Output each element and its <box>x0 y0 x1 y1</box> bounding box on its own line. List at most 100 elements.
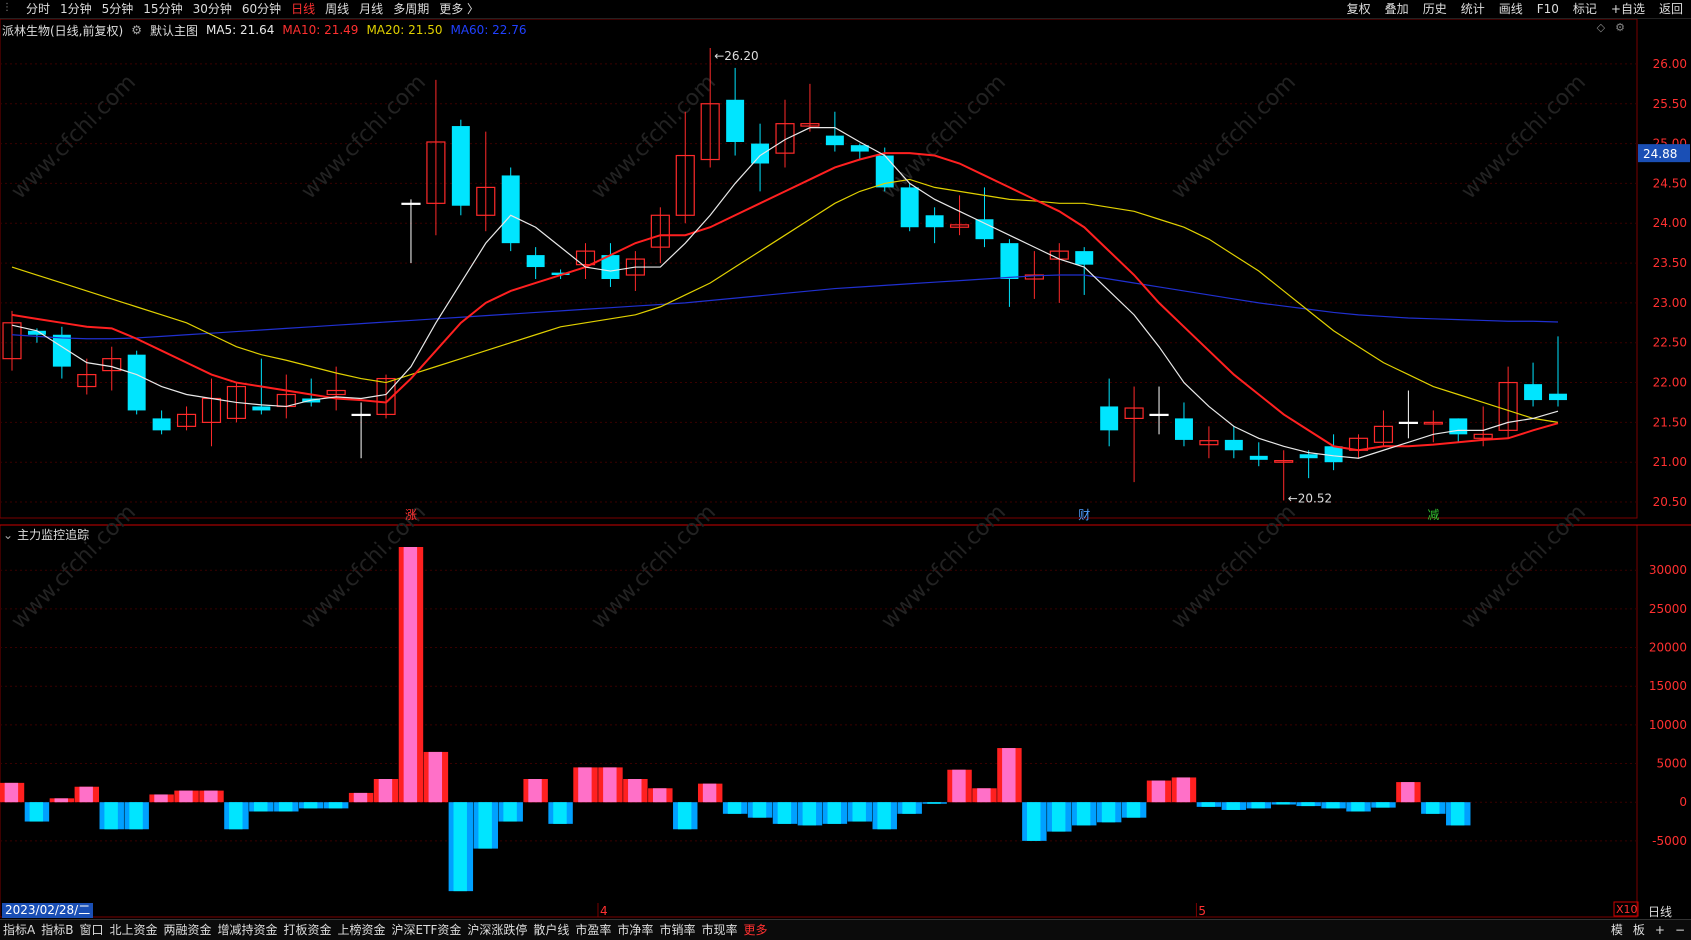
tool-tab-2[interactable]: 历史 <box>1423 1 1447 17</box>
indicator-tab-0[interactable]: 指标A <box>3 922 35 938</box>
inflow-bar-inner <box>628 779 642 803</box>
indicator-title[interactable]: 主力监控追踪 <box>17 526 89 543</box>
period-toolbar: ⋮ 分时 1分钟 5分钟 15分钟 30分钟 60分钟 日线 周线 月线 多周期 更多 〉 复权 叠加… <box>0 0 1691 19</box>
x10-label: X10 <box>1616 903 1638 916</box>
outflow-bar-inner <box>1450 802 1465 826</box>
candle-body <box>351 413 371 417</box>
panel-control-1[interactable]: 板 <box>1633 922 1645 938</box>
watermark-text: www.cfchi.com <box>1167 500 1301 634</box>
indicator-tab-6[interactable]: 打板资金 <box>284 922 332 938</box>
watermark-text: www.cfchi.com <box>1457 70 1591 204</box>
outflow-bar-inner <box>254 802 268 812</box>
period-tab-7[interactable]: 周线 <box>325 1 349 17</box>
candle-body <box>751 143 770 164</box>
watermark-text: www.cfchi.com <box>7 500 141 634</box>
main-chart-label[interactable]: 默认主图 <box>150 22 198 39</box>
panel-control-0[interactable]: 模 <box>1611 922 1623 938</box>
indicator-tab-11[interactable]: 市盈率 <box>575 922 611 938</box>
indicator-tab-4[interactable]: 两融资金 <box>163 922 211 938</box>
inflow-bar-inner <box>977 788 991 803</box>
outflow-bar-inner <box>1201 802 1216 807</box>
candle-body <box>825 135 844 146</box>
candle-body <box>1000 243 1019 279</box>
inflow-bar-inner <box>1401 782 1415 803</box>
ma10-value: MA10: 21.49 <box>282 23 359 37</box>
kline-chart-canvas[interactable]: 26.0025.5025.0024.5024.0023.5023.0022.50… <box>0 0 1691 939</box>
inflow-bar-inner <box>403 547 418 803</box>
tool-tab-7[interactable]: +自选 <box>1611 1 1645 17</box>
inflow-bar-inner <box>4 782 19 803</box>
month-label: 5 <box>1198 904 1206 918</box>
watermark-text: www.cfchi.com <box>1167 70 1301 204</box>
outflow-bar-inner <box>877 802 891 830</box>
indicator-tab-13[interactable]: 市销率 <box>659 922 695 938</box>
period-tab-3[interactable]: 15分钟 <box>143 1 182 17</box>
price-tick-label: 21.00 <box>1653 455 1687 469</box>
main-panel-frame <box>0 18 1638 519</box>
outflow-bar-inner <box>852 802 866 822</box>
tool-tab-0[interactable]: 复权 <box>1347 1 1371 17</box>
outflow-bar-inner <box>1425 802 1440 814</box>
period-tabs: 分时 1分钟 5分钟 15分钟 30分钟 60分钟 日线 周线 月线 多周期 更多 〉 <box>26 1 479 17</box>
candle-body <box>900 187 919 228</box>
price-tick-label: 24.50 <box>1653 176 1687 190</box>
diamond-icon[interactable]: ◇ <box>1597 21 1605 34</box>
outflow-bar-inner <box>1351 802 1365 812</box>
panel-control-3[interactable]: − <box>1675 922 1685 938</box>
indicator-tab-10[interactable]: 散户线 <box>533 922 569 938</box>
outflow-bar-inner <box>802 802 817 826</box>
collapse-icon[interactable]: ⌄ <box>3 528 13 542</box>
indicator-tick-label: 20000 <box>1649 641 1687 655</box>
indicator-tab-8[interactable]: 沪深ETF资金 <box>392 922 462 938</box>
price-tick-label: 23.50 <box>1653 256 1687 270</box>
indicator-tick-label: 0 <box>1679 795 1687 809</box>
candle-body <box>925 215 944 228</box>
tool-tab-6[interactable]: 标记 <box>1573 1 1597 17</box>
inflow-bar-inner <box>578 767 592 803</box>
period-tab-2[interactable]: 5分钟 <box>102 1 134 17</box>
candle-body <box>1549 393 1567 401</box>
candle-body <box>1249 455 1268 460</box>
ma60-value: MA60: 22.76 <box>450 23 527 37</box>
indicator-tab-9[interactable]: 沪深涨跌停 <box>467 922 527 938</box>
period-tab-5[interactable]: 60分钟 <box>242 1 281 17</box>
month-label: 4 <box>600 904 608 918</box>
period-tab-6[interactable]: 日线 <box>291 1 315 17</box>
period-tab-0[interactable]: 分时 <box>26 1 50 17</box>
tool-tab-8[interactable]: 返回 <box>1659 1 1683 17</box>
indicator-tab-1[interactable]: 指标B <box>41 922 73 938</box>
indicator-tab-15[interactable]: 更多 <box>743 922 767 938</box>
period-tab-4[interactable]: 30分钟 <box>193 1 232 17</box>
period-tab-9[interactable]: 多周期 <box>393 1 429 17</box>
inflow-bar-inner <box>702 783 717 803</box>
panel-control-2[interactable]: + <box>1655 922 1665 938</box>
tool-tab-1[interactable]: 叠加 <box>1385 1 1409 17</box>
outflow-bar-inner <box>1051 802 1066 832</box>
indicator-tab-5[interactable]: 增减持资金 <box>218 922 278 938</box>
ma20-value: MA20: 21.50 <box>366 23 443 37</box>
indicator-tab-3[interactable]: 北上资金 <box>109 922 157 938</box>
outflow-bar-inner <box>1226 802 1240 810</box>
event-marker: 涨 <box>405 507 417 522</box>
indicator-tab-12[interactable]: 市净率 <box>617 922 653 938</box>
candle-body <box>1524 384 1543 401</box>
inflow-bar-inner <box>652 788 667 803</box>
price-tick-label: 22.50 <box>1653 336 1687 350</box>
outflow-bar-inner <box>1376 802 1390 808</box>
period-tab-10[interactable]: 更多 〉 <box>439 1 479 17</box>
period-tab-1[interactable]: 1分钟 <box>60 1 92 17</box>
indicator-tab-7[interactable]: 上榜资金 <box>338 922 386 938</box>
indicator-tab-14[interactable]: 市现率 <box>701 922 737 938</box>
indicator-tab-2[interactable]: 窗口 <box>79 922 103 938</box>
tool-tab-4[interactable]: 画线 <box>1499 1 1523 17</box>
inflow-bar-inner <box>204 790 218 803</box>
menu-corner-icon[interactable]: ⋮ <box>2 2 14 14</box>
period-tab-8[interactable]: 月线 <box>359 1 383 17</box>
outflow-bar-inner <box>1251 802 1265 809</box>
gear-icon[interactable]: ⚙ <box>1615 21 1625 34</box>
inflow-bar-inner <box>79 786 93 803</box>
settings-icon[interactable]: ⚙ <box>131 23 142 37</box>
outflow-bar-inner <box>1076 802 1091 826</box>
tool-tab-3[interactable]: 统计 <box>1461 1 1485 17</box>
tool-tab-5[interactable]: F10 <box>1537 1 1559 17</box>
